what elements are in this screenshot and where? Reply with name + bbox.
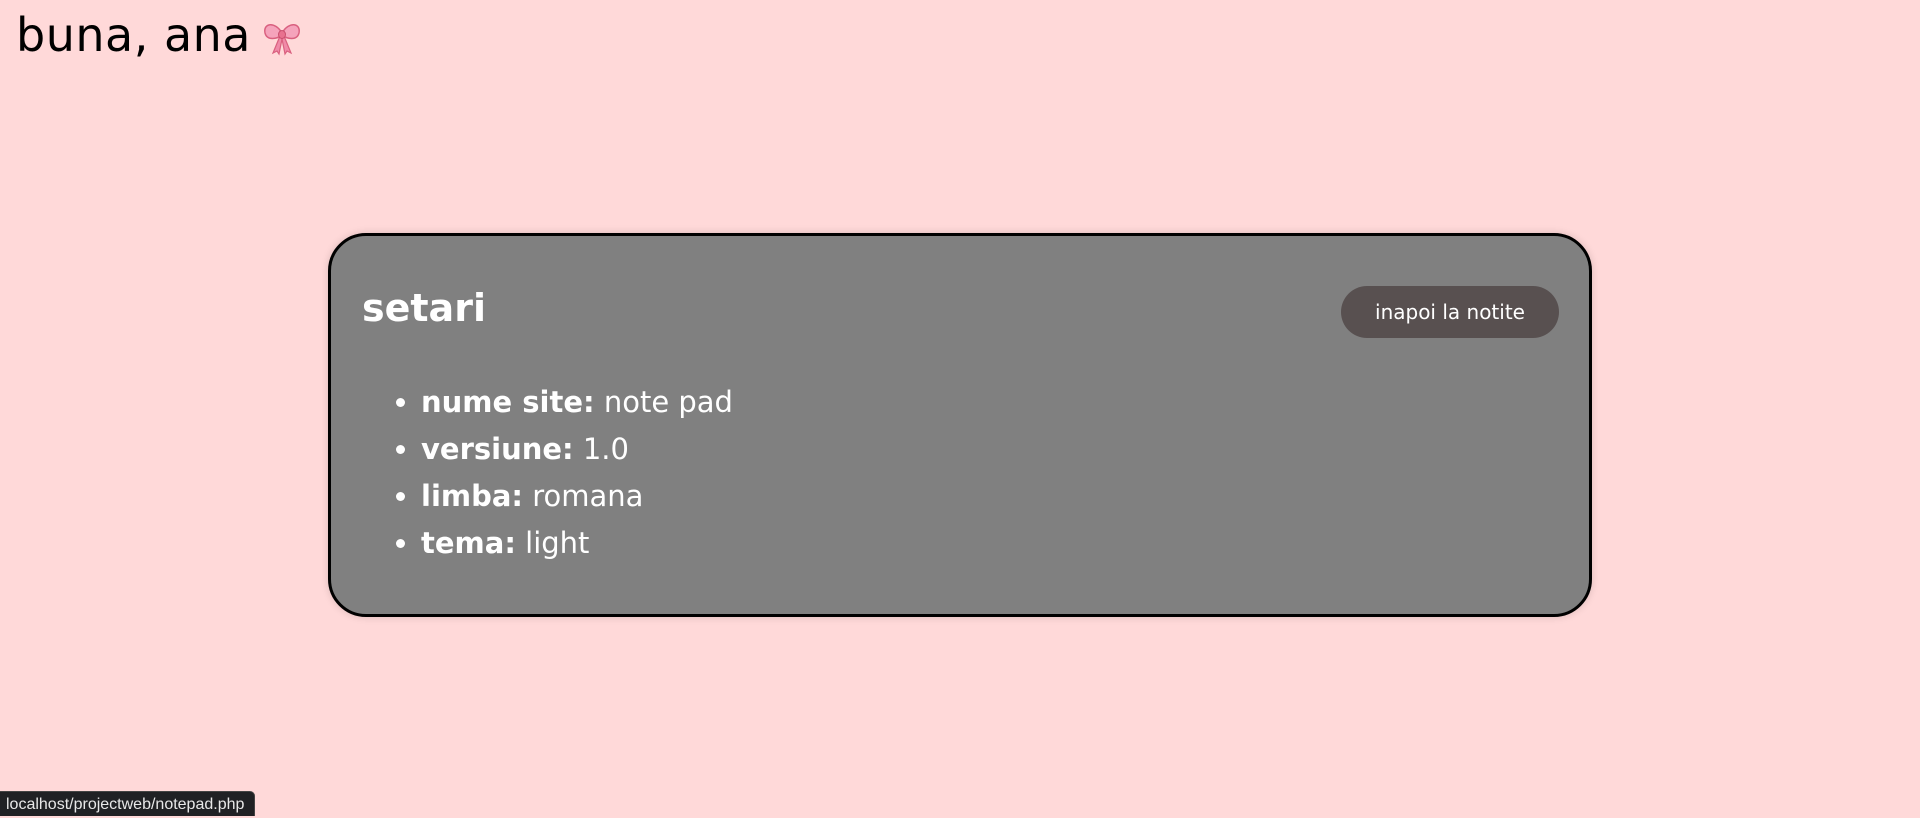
settings-card: setari inapoi la notite nume site: note … — [328, 233, 1592, 617]
setting-label: versiune: — [421, 432, 574, 466]
status-bar-url: localhost/projectweb/notepad.php — [0, 791, 255, 816]
setting-label: tema: — [421, 526, 516, 560]
setting-value: note pad — [595, 385, 733, 419]
greeting-text: buna, ana — [16, 8, 251, 62]
settings-title: setari — [362, 286, 486, 330]
bow-icon — [261, 14, 303, 56]
setting-label: nume site: — [421, 385, 595, 419]
setting-value: 1.0 — [574, 432, 629, 466]
setting-theme: tema: light — [421, 520, 733, 567]
setting-value: light — [516, 526, 590, 560]
setting-site-name: nume site: note pad — [421, 379, 733, 426]
back-to-notes-button[interactable]: inapoi la notite — [1341, 286, 1559, 338]
setting-value: romana — [523, 479, 643, 513]
settings-list: nume site: note pad versiune: 1.0 limba:… — [391, 379, 733, 567]
setting-language: limba: romana — [421, 473, 733, 520]
setting-version: versiune: 1.0 — [421, 426, 733, 473]
setting-label: limba: — [421, 479, 523, 513]
greeting-header: buna, ana — [16, 8, 303, 62]
